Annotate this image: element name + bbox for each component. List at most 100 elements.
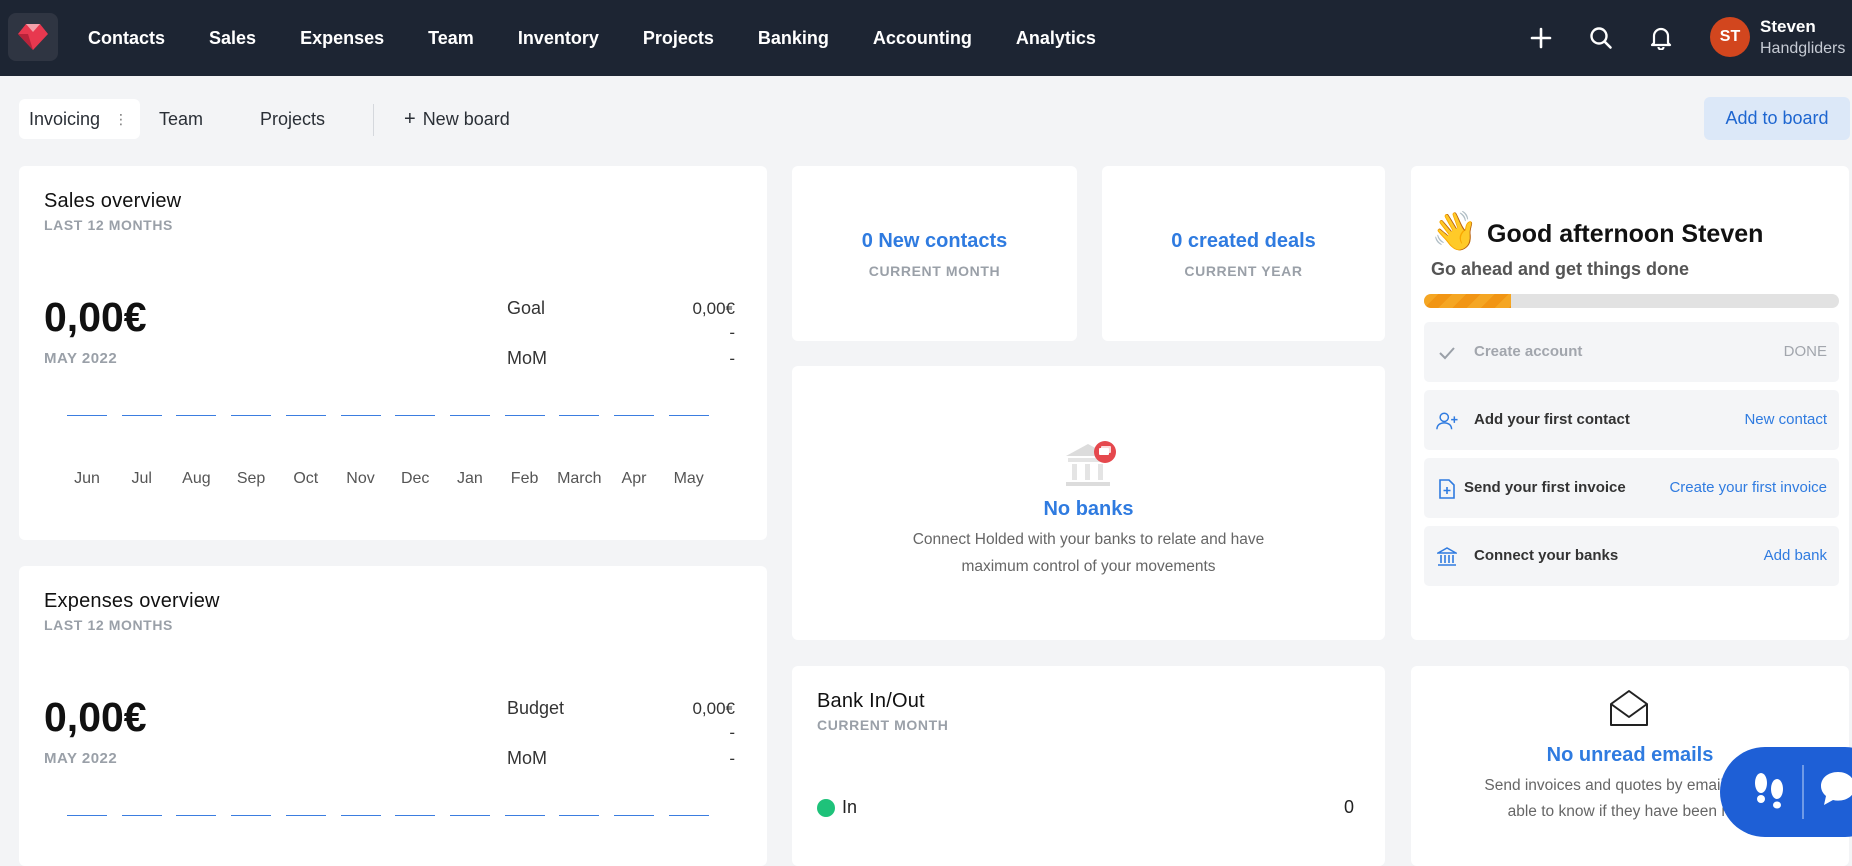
sparkline-segment — [285, 815, 326, 816]
budget-value: 0,00€ — [692, 699, 735, 718]
create-invoice-link[interactable]: Create your first invoice — [1669, 479, 1827, 496]
created-deals-value: 0 created deals — [1171, 230, 1316, 252]
top-navigation-bar: Contacts Sales Expenses Team Inventory P… — [0, 0, 1852, 76]
invoice-icon — [1436, 478, 1458, 500]
card-subtitle: LAST 12 MONTHS — [44, 217, 173, 233]
nav-sales[interactable]: Sales — [187, 0, 278, 76]
nav-banking[interactable]: Banking — [736, 0, 851, 76]
period-label: MAY 2022 — [44, 750, 118, 767]
step-add-contact[interactable]: Add your first contact New contact — [1424, 390, 1839, 450]
bell-icon[interactable] — [1645, 22, 1677, 54]
goal-value: 0,00€ — [692, 299, 735, 318]
board-tab-label: Invoicing — [29, 108, 101, 129]
month-label: Apr — [621, 470, 647, 487]
nav-projects[interactable]: Projects — [621, 0, 736, 76]
new-board-button[interactable]: + New board — [404, 99, 510, 139]
sparkline-segment — [395, 815, 436, 816]
card-title: Sales overview — [44, 190, 182, 212]
created-deals-card[interactable]: 0 created deals CURRENT YEAR — [1102, 166, 1385, 341]
envelope-open-icon — [1608, 688, 1650, 728]
nav-team[interactable]: Team — [406, 0, 496, 76]
add-to-board-button[interactable]: Add to board — [1704, 97, 1850, 140]
chat-icon[interactable] — [1818, 769, 1852, 814]
nav-accounting[interactable]: Accounting — [851, 0, 994, 76]
sales-overview-card[interactable]: Sales overview LAST 12 MONTHS 0,00€ MAY … — [19, 166, 767, 540]
no-banks-description-line2: maximum control of your movements — [961, 558, 1216, 575]
stat-subtitle: CURRENT MONTH — [868, 263, 1001, 279]
step-label: Add your first contact — [1474, 411, 1630, 428]
nav-analytics[interactable]: Analytics — [994, 0, 1118, 76]
board-tab-projects[interactable]: Projects — [260, 99, 325, 139]
month-label: Jul — [131, 470, 152, 487]
holded-logo[interactable] — [8, 13, 58, 61]
sparkline-segment — [668, 415, 709, 416]
banks-card[interactable]: No banks Connect Holded with your banks … — [792, 366, 1385, 640]
divider — [1802, 765, 1804, 819]
footsteps-icon[interactable] — [1752, 769, 1786, 814]
step-status: DONE — [1783, 343, 1827, 360]
bank-in-out-card[interactable]: Bank In/Out CURRENT MONTH In 0 — [792, 666, 1385, 866]
new-contact-link[interactable]: New contact — [1744, 411, 1827, 428]
greeting-subtitle: Go ahead and get things done — [1431, 259, 1690, 279]
add-bank-link[interactable]: Add bank — [1764, 547, 1827, 564]
logo-mark-icon — [18, 24, 48, 50]
month-label: Jun — [74, 470, 100, 487]
user-name[interactable]: Steven — [1760, 17, 1816, 37]
step-label: Connect your banks — [1474, 547, 1619, 564]
sparkline-segment — [121, 415, 162, 416]
onboarding-progress-bar — [1424, 294, 1839, 308]
sparkline-segment — [559, 815, 600, 816]
month-label: Oct — [293, 470, 319, 487]
search-icon[interactable] — [1585, 22, 1617, 54]
board-tab-invoicing[interactable]: Invoicing ⋮ — [19, 99, 140, 139]
sparkline-segment — [176, 815, 217, 816]
bank-building-icon — [1062, 438, 1118, 490]
month-label: Aug — [182, 470, 211, 487]
sparkline-segment — [559, 415, 600, 416]
nav-expenses[interactable]: Expenses — [278, 0, 406, 76]
user-company[interactable]: Handgliders — [1760, 40, 1845, 58]
sparkline-segment — [614, 415, 654, 416]
expenses-overview-card[interactable]: Expenses overview LAST 12 MONTHS 0,00€ M… — [19, 566, 767, 866]
plus-icon[interactable] — [1525, 22, 1557, 54]
in-value: 0 — [1343, 797, 1354, 817]
goal-label: Goal — [507, 298, 546, 318]
sparkline-segment — [504, 415, 545, 416]
sparkline-segment — [449, 415, 490, 416]
more-vertical-icon[interactable]: ⋮ — [114, 111, 128, 128]
in-legend-dot — [817, 799, 835, 817]
sparkline-segment — [176, 415, 217, 416]
month-label: March — [557, 470, 602, 487]
mom-value: - — [729, 349, 735, 368]
budget-label: Budget — [507, 698, 565, 718]
greeting-title: Good afternoon Steven — [1487, 220, 1764, 248]
board-tab-team[interactable]: Team — [159, 99, 203, 139]
sparkline-segment — [504, 815, 545, 816]
nav-inventory[interactable]: Inventory — [496, 0, 621, 76]
month-label: Feb — [510, 470, 539, 487]
new-board-label: New board — [422, 108, 510, 129]
help-widget[interactable] — [1720, 747, 1852, 837]
card-subtitle: CURRENT MONTH — [817, 717, 949, 733]
step-send-invoice[interactable]: Send your first invoice Create your firs… — [1424, 458, 1839, 518]
onboarding-card: 👋 Good afternoon Steven Go ahead and get… — [1411, 166, 1849, 640]
sparkline-segment — [340, 815, 381, 816]
step-connect-banks[interactable]: Connect your banks Add bank — [1424, 526, 1839, 586]
nav-contacts[interactable]: Contacts — [66, 0, 187, 76]
board-bar: Invoicing ⋮ Team Projects + New board Ad… — [0, 76, 1852, 161]
step-label: Create account — [1474, 343, 1583, 360]
month-label: Nov — [346, 470, 375, 487]
sparkline-segment — [67, 415, 107, 416]
avatar[interactable]: ST — [1710, 17, 1750, 57]
month-label: Sep — [236, 470, 266, 487]
new-contacts-card[interactable]: 0 New contacts CURRENT MONTH — [792, 166, 1077, 341]
no-banks-description-line1: Connect Holded with your banks to relate… — [912, 531, 1265, 548]
add-user-icon — [1436, 410, 1458, 432]
sparkline-segment — [121, 815, 162, 816]
month-label: May — [673, 470, 704, 487]
in-label: In — [842, 797, 858, 817]
sales-total: 0,00€ — [44, 294, 147, 340]
period-label: MAY 2022 — [44, 350, 118, 367]
mom-label: MoM — [507, 748, 547, 768]
sparkline-segment — [449, 815, 490, 816]
